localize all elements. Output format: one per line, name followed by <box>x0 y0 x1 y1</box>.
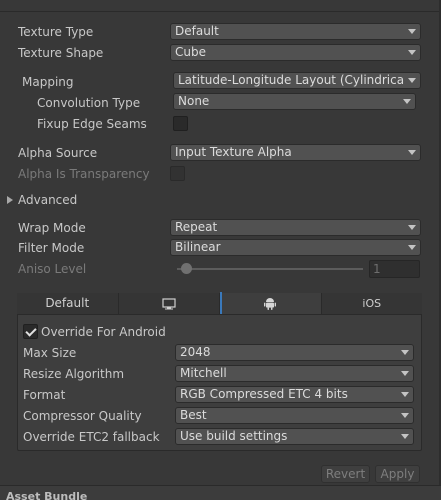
texture-type-label: Texture Type <box>18 25 94 39</box>
resize-algorithm-dropdown[interactable]: Mitchell <box>175 365 414 382</box>
mapping-dropdown[interactable]: Latitude-Longitude Layout (Cylindrica <box>173 72 421 89</box>
chevron-down-icon <box>408 78 416 83</box>
convolution-type-value: None <box>178 94 210 108</box>
top-divider <box>0 0 441 12</box>
compressor-quality-value: Best <box>180 408 207 422</box>
chevron-down-icon <box>408 150 416 155</box>
max-size-label: Max Size <box>23 346 77 360</box>
max-size-value: 2048 <box>180 345 211 359</box>
alpha-source-dropdown[interactable]: Input Texture Alpha <box>170 144 421 161</box>
chevron-down-icon <box>401 350 409 355</box>
asset-bundle-header: Asset Bundle <box>0 485 441 500</box>
etc2-fallback-label: Override ETC2 fallback <box>23 430 160 444</box>
compressor-quality-dropdown[interactable]: Best <box>175 407 414 424</box>
chevron-down-icon <box>408 50 416 55</box>
etc2-fallback-dropdown[interactable]: Use build settings <box>175 428 414 445</box>
filter-mode-label: Filter Mode <box>18 241 85 255</box>
etc2-fallback-value: Use build settings <box>180 429 288 443</box>
max-size-dropdown[interactable]: 2048 <box>175 344 414 361</box>
convolution-type-dropdown[interactable]: None <box>173 93 416 110</box>
override-for-android-checkbox[interactable] <box>23 324 38 339</box>
texture-type-value: Default <box>175 24 219 38</box>
foldout-arrow-icon[interactable] <box>7 196 13 204</box>
format-value: RGB Compressed ETC 4 bits <box>180 387 348 401</box>
alpha-source-value: Input Texture Alpha <box>175 145 292 159</box>
fixup-edge-seams-label: Fixup Edge Seams <box>37 117 147 131</box>
tab-ios[interactable]: iOS <box>321 293 422 314</box>
chevron-down-icon <box>403 99 411 104</box>
mapping-value: Latitude-Longitude Layout (Cylindrica <box>178 73 405 87</box>
alpha-source-label: Alpha Source <box>18 146 98 160</box>
format-dropdown[interactable]: RGB Compressed ETC 4 bits <box>175 386 414 403</box>
texture-shape-label: Texture Shape <box>18 46 104 60</box>
wrap-mode-value: Repeat <box>175 220 218 234</box>
alpha-is-transparency-label: Alpha Is Transparency <box>18 167 150 181</box>
wrap-mode-dropdown[interactable]: Repeat <box>170 219 421 236</box>
monitor-icon <box>162 297 176 309</box>
tab-android[interactable] <box>220 292 322 314</box>
tab-standalone[interactable] <box>118 293 220 314</box>
fixup-edge-seams-checkbox[interactable] <box>173 116 188 131</box>
advanced-foldout-label[interactable]: Advanced <box>18 192 77 208</box>
chevron-down-icon <box>408 225 416 230</box>
asset-bundle-header-label: Asset Bundle <box>6 490 88 500</box>
override-for-android-label: Override For Android <box>41 325 166 339</box>
chevron-down-icon <box>401 392 409 397</box>
texture-shape-dropdown[interactable]: Cube <box>170 44 421 61</box>
tab-ios-label: iOS <box>362 297 382 310</box>
revert-button[interactable]: Revert <box>321 465 370 483</box>
platform-tabs: Default iOS <box>17 292 422 315</box>
resize-algorithm-label: Resize Algorithm <box>23 367 125 381</box>
chevron-down-icon <box>401 434 409 439</box>
alpha-is-transparency-checkbox <box>170 166 185 181</box>
compressor-quality-label: Compressor Quality <box>23 409 142 423</box>
aniso-level-label: Aniso Level <box>18 262 87 276</box>
texture-shape-value: Cube <box>175 45 206 59</box>
mapping-label: Mapping <box>22 75 74 89</box>
filter-mode-value: Bilinear <box>175 240 221 254</box>
tab-default-label: Default <box>45 296 90 310</box>
convolution-type-label: Convolution Type <box>37 96 141 110</box>
texture-type-dropdown[interactable]: Default <box>170 23 421 40</box>
tab-default[interactable]: Default <box>17 293 119 314</box>
chevron-down-icon <box>408 29 416 34</box>
resize-algorithm-value: Mitchell <box>180 366 227 380</box>
chevron-down-icon <box>408 245 416 250</box>
chevron-down-icon <box>401 371 409 376</box>
aniso-level-slider-track <box>177 268 363 270</box>
filter-mode-dropdown[interactable]: Bilinear <box>170 239 421 256</box>
wrap-mode-label: Wrap Mode <box>18 221 86 235</box>
chevron-down-icon <box>401 413 409 418</box>
android-icon <box>264 298 277 310</box>
format-label: Format <box>23 388 66 402</box>
aniso-level-field: 1 <box>369 260 420 278</box>
aniso-level-slider-thumb <box>181 263 192 274</box>
apply-button[interactable]: Apply <box>375 465 420 483</box>
